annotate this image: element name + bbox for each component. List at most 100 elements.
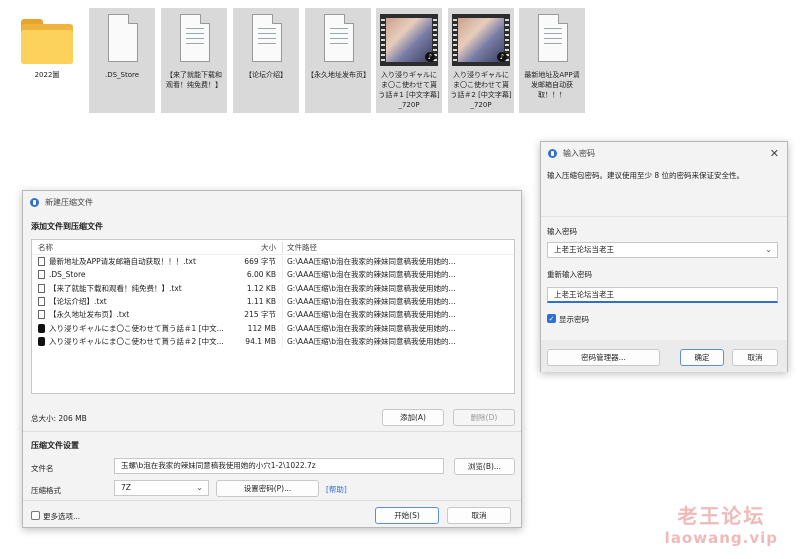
video-file-icon xyxy=(38,336,45,346)
file-size: 94.1 MB xyxy=(245,336,276,346)
desktop-icon-label: 【永久地址发布页】 xyxy=(307,71,370,79)
tiktok-icon: ♪ xyxy=(497,52,507,62)
password-description: 输入压缩包密码。建议使用至少 8 位的密码来保证安全性。 xyxy=(547,171,745,180)
desktop-icon-label: 【来了就能下载和观看！纯免费！】 xyxy=(166,71,222,89)
desktop-icon-video-2[interactable]: ♪ 入り浸りギャルにま〇こ使わせて貰う話＃2 [中文字幕]_720P xyxy=(448,8,514,113)
divider xyxy=(23,431,521,432)
text-file-icon xyxy=(38,283,45,293)
text-file-icon xyxy=(530,14,574,66)
password-dialog: 输入密码 ✕ 输入压缩包密码。建议使用至少 8 位的密码来保证安全性。 输入密码… xyxy=(540,141,788,372)
file-size: 112 MB xyxy=(247,323,276,333)
file-row[interactable]: 入り浸りギャルにま〇こ使わせて貰う話＃1 [中文... 112 MB G:\AA… xyxy=(32,321,514,334)
filename-input[interactable]: 玉螺\b泡在我家的辣妹同意稿我使用她的小穴1-2\1022.7z xyxy=(114,458,444,474)
chevron-down-icon: ⌄ xyxy=(196,483,203,492)
file-row[interactable]: 最新地址及APP请发邮箱自动获取！！！.txt 669 字节 G:\AAA压缩\… xyxy=(32,255,514,268)
compressor-app-icon xyxy=(548,148,557,158)
desktop-icon-label: .DS_Store xyxy=(104,71,140,79)
file-path: G:\AAA压缩\b泡在我家的辣妹同意稿我使用她的... xyxy=(282,335,514,347)
more-options-checkbox[interactable] xyxy=(31,511,40,520)
format-label: 压缩格式 xyxy=(31,486,61,495)
text-file-icon xyxy=(316,14,360,66)
blank-file-icon xyxy=(100,14,144,66)
file-name: 入り浸りギャルにま〇こ使わせて貰う話＃1 [中文... xyxy=(49,323,224,333)
format-value: 7Z xyxy=(121,483,131,492)
delete-button[interactable]: 删除(D) xyxy=(453,409,515,426)
desktop-icon-permanent-address-txt[interactable]: 【永久地址发布页】 xyxy=(305,8,371,113)
file-path: G:\AAA压缩\b泡在我家的辣妹同意稿我使用她的... xyxy=(282,309,514,321)
enter-password-label: 输入密码 xyxy=(547,227,577,236)
browse-button[interactable]: 浏览(B)... xyxy=(454,458,515,475)
chevron-down-icon[interactable]: ⌄ xyxy=(765,243,772,257)
file-name: 【来了就能下载和观看！纯免费！】.txt xyxy=(49,283,182,293)
desktop-icon-label: 【论坛介绍】 xyxy=(245,71,287,79)
text-file-icon xyxy=(38,257,45,267)
divider xyxy=(541,216,787,217)
more-options-label[interactable]: 更多选项... xyxy=(43,511,80,522)
reenter-password-label: 重新输入密码 xyxy=(547,270,592,279)
file-row[interactable]: 【论坛介绍】.txt 1.11 KB G:\AAA压缩\b泡在我家的辣妹同意稿我… xyxy=(32,295,514,308)
cancel-button[interactable]: 取消 xyxy=(732,349,778,366)
file-path: G:\AAA压缩\b泡在我家的辣妹同意稿我使用她的... xyxy=(282,282,514,294)
start-button[interactable]: 开始(S) xyxy=(375,507,439,524)
show-password-checkbox[interactable]: ✓ xyxy=(547,314,556,323)
format-select[interactable]: 7Z ⌄ xyxy=(114,480,209,496)
add-files-heading: 添加文件到压缩文件 xyxy=(31,222,103,231)
file-row[interactable]: .DS_Store 6.00 KB G:\AAA压缩\b泡在我家的辣妹同意稿我使… xyxy=(32,268,514,281)
dialog-titlebar: 新建压缩文件 xyxy=(23,191,521,213)
desktop-icon-ds-store[interactable]: .DS_Store xyxy=(89,8,155,113)
close-icon[interactable]: ✕ xyxy=(770,147,779,160)
video-file-icon xyxy=(38,323,45,333)
dialog-title: 新建压缩文件 xyxy=(45,197,93,207)
desktop-icon-label: 2022圖 xyxy=(34,71,60,79)
file-row[interactable]: 【来了就能下载和观看！纯免费！】.txt 1.12 KB G:\AAA压缩\b泡… xyxy=(32,282,514,295)
column-header-size[interactable]: 大小 xyxy=(232,242,282,253)
watermark-title: 老王论坛 xyxy=(677,504,766,528)
text-file-icon xyxy=(38,297,45,307)
text-file-icon xyxy=(38,310,45,320)
reenter-password-input[interactable]: 上老王论坛当老王 xyxy=(547,287,778,303)
file-list-header: 名称 大小 文件路径 xyxy=(32,240,514,255)
text-file-icon xyxy=(172,14,216,66)
file-path: G:\AAA压缩\b泡在我家的辣妹同意稿我使用她的... xyxy=(282,322,514,334)
filename-label: 文件名 xyxy=(31,464,54,473)
password-value: 上老王论坛当老王 xyxy=(554,245,614,254)
divider xyxy=(23,500,521,501)
desktop-icon-latest-address-txt[interactable]: 最新地址及APP请发邮箱自动获取！！！ xyxy=(519,8,585,113)
file-row[interactable]: 【永久地址发布页】.txt 215 字节 G:\AAA压缩\b泡在我家的辣妹同意… xyxy=(32,308,514,321)
file-size: 669 字节 xyxy=(244,257,276,267)
help-link[interactable]: [帮助] xyxy=(326,484,347,495)
password-manager-button[interactable]: 密码管理器... xyxy=(547,349,660,366)
file-name: 【论坛介绍】.txt xyxy=(49,297,107,307)
text-file-icon xyxy=(244,14,288,66)
total-size-label: 总大小: 206 MB xyxy=(31,414,87,423)
desktop-icon-label: 入り浸りギャルにま〇こ使わせて貰う話＃2 [中文字幕]_720P xyxy=(450,71,512,109)
file-size: 1.11 KB xyxy=(246,297,276,307)
watermark-url: laowang.vip xyxy=(664,529,778,547)
dialog-title: 输入密码 xyxy=(563,148,595,158)
column-header-name[interactable]: 名称 xyxy=(32,242,232,253)
set-password-button[interactable]: 设置密码(P)... xyxy=(216,480,319,497)
file-name: .DS_Store xyxy=(49,270,86,280)
dialog-titlebar: 输入密码 ✕ xyxy=(541,142,787,164)
video-thumbnail-icon: ♪ xyxy=(452,14,510,66)
desktop-icon-folder-2022[interactable]: 2022圖 xyxy=(14,8,80,113)
new-archive-dialog: 新建压缩文件 添加文件到压缩文件 名称 大小 文件路径 最新地址及APP请发邮箱… xyxy=(22,190,522,528)
tiktok-icon: ♪ xyxy=(425,52,435,62)
desktop-icon-free-download-txt[interactable]: 【来了就能下载和观看！纯免费！】 xyxy=(161,8,227,113)
file-path: G:\AAA压缩\b泡在我家的辣妹同意稿我使用她的... xyxy=(282,269,514,281)
video-thumbnail-icon: ♪ xyxy=(380,14,438,66)
desktop-icon-video-1[interactable]: ♪ 入り浸りギャルにま〇こ使わせて貰う話＃1 [中文字幕]_720P xyxy=(376,8,442,113)
desktop-icon-forum-intro-txt[interactable]: 【论坛介绍】 xyxy=(233,8,299,113)
text-file-icon xyxy=(38,270,45,280)
file-size: 215 字节 xyxy=(244,310,276,320)
desktop-icon-label: 入り浸りギャルにま〇こ使わせて貰う話＃1 [中文字幕]_720P xyxy=(378,71,440,109)
column-header-path[interactable]: 文件路径 xyxy=(282,241,514,253)
ok-button[interactable]: 确定 xyxy=(680,349,724,366)
file-list[interactable]: 名称 大小 文件路径 最新地址及APP请发邮箱自动获取！！！.txt 669 字… xyxy=(31,239,515,394)
show-password-label[interactable]: 显示密码 xyxy=(559,314,589,325)
file-row[interactable]: 入り浸りギャルにま〇こ使わせて貰う話＃2 [中文... 94.1 MB G:\A… xyxy=(32,335,514,348)
add-button[interactable]: 添加(A) xyxy=(382,409,444,426)
password-input[interactable]: 上老王论坛当老王 ⌄ xyxy=(547,242,778,258)
file-path: G:\AAA压缩\b泡在我家的辣妹同意稿我使用她的... xyxy=(282,256,514,268)
cancel-button[interactable]: 取消 xyxy=(447,507,511,524)
